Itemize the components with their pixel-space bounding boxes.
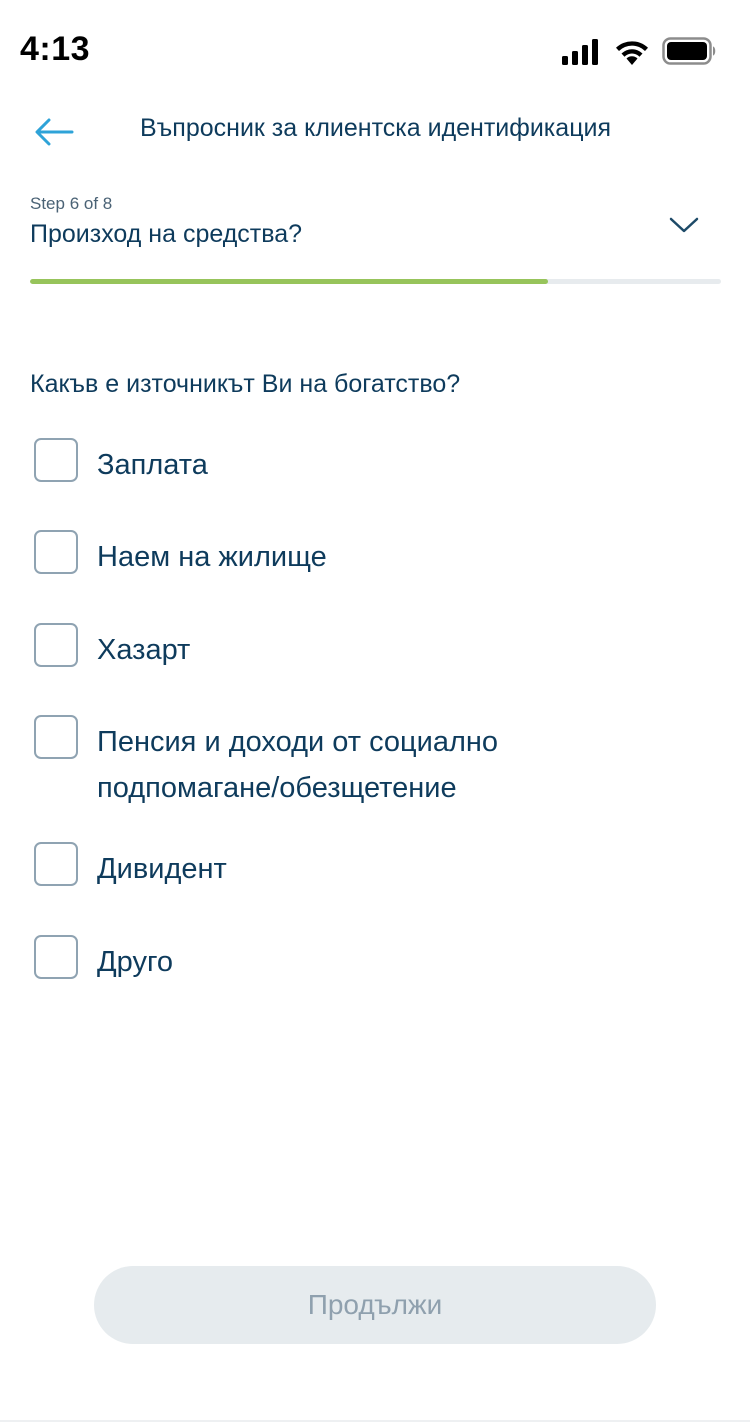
back-button[interactable] xyxy=(30,112,78,152)
arrow-left-icon xyxy=(35,118,74,146)
checkbox[interactable] xyxy=(34,530,78,574)
nav-bar: Въпросник за клиентска идентификация xyxy=(0,100,750,164)
option-label: Наем на жилище xyxy=(97,541,327,573)
status-time: 4:13 xyxy=(20,30,91,68)
option-label: Хазарт xyxy=(97,634,191,666)
checkbox[interactable] xyxy=(34,935,78,979)
step-counter: Step 6 of 8 xyxy=(30,194,113,213)
step-header[interactable]: Step 6 of 8 Произход на средства? xyxy=(30,190,720,260)
option-label: Пенсия и доходи от социално подпомагане/… xyxy=(97,726,499,804)
battery-icon xyxy=(662,37,716,65)
chevron-down-icon xyxy=(669,217,699,233)
progress-bar xyxy=(30,279,721,284)
signal-icon xyxy=(562,39,598,65)
wifi-icon xyxy=(616,41,648,65)
checkbox[interactable] xyxy=(34,842,78,886)
step-title: Произход на средства? xyxy=(30,220,303,248)
checkbox[interactable] xyxy=(34,623,78,667)
checkbox[interactable] xyxy=(34,715,78,759)
option-label: Дивидент xyxy=(97,853,227,885)
status-icons xyxy=(562,36,722,68)
page-title: Въпросник за клиентска идентификация xyxy=(140,114,612,142)
continue-button[interactable]: Продължи xyxy=(94,1266,656,1344)
status-bar: 4:13 xyxy=(0,0,750,100)
progress-fill xyxy=(30,279,549,284)
question-text: Какъв е източникът Ви на богатство? xyxy=(30,370,461,398)
checkbox[interactable] xyxy=(34,438,78,482)
option-label: Друго xyxy=(97,946,174,978)
option-label: Заплата xyxy=(97,449,208,481)
step-toggle-button[interactable] xyxy=(666,210,702,240)
bottom-divider xyxy=(0,1420,750,1422)
